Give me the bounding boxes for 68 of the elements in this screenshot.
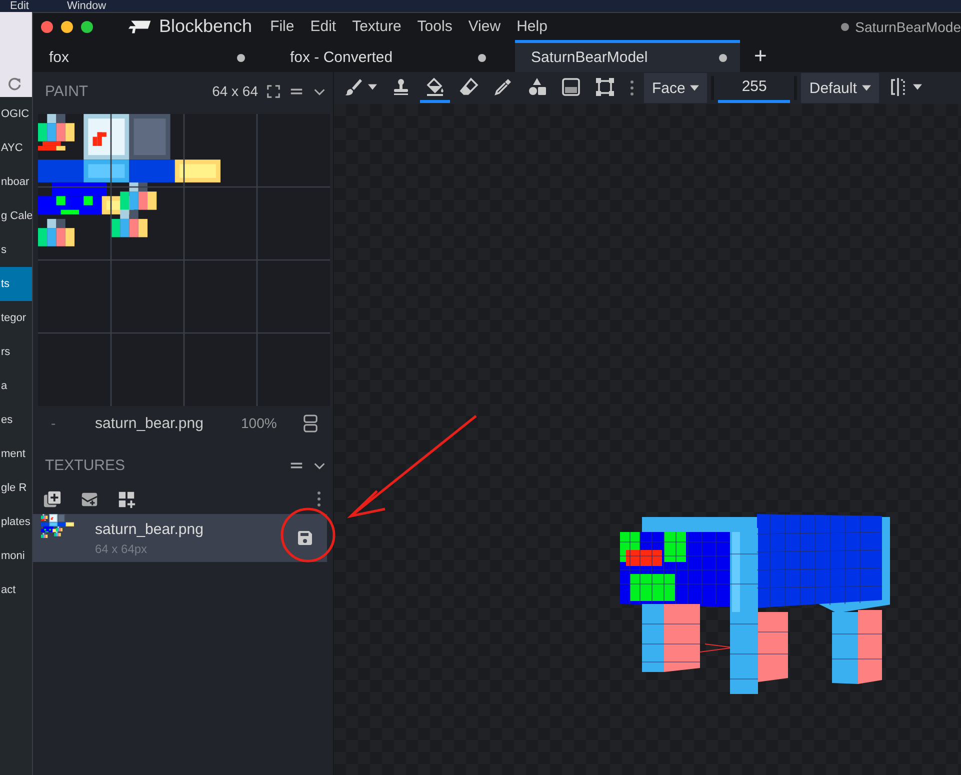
mode-dropdown[interactable]: Face [644, 73, 708, 103]
blend-mode-dropdown[interactable]: Default [801, 73, 879, 103]
caret-icon [912, 84, 922, 90]
caret-icon [368, 84, 377, 90]
project-tab[interactable]: SaturnBearModel [515, 40, 740, 72]
project-tab[interactable]: fox [33, 40, 258, 72]
split-view-icon[interactable] [303, 414, 318, 432]
texture-size: 64 x 64 [212, 83, 258, 99]
sidebar-item[interactable]: a [0, 369, 32, 403]
sidebar-item[interactable]: moni [0, 539, 32, 573]
menu-item[interactable]: File [270, 18, 294, 35]
menu-item[interactable]: Texture [352, 18, 402, 35]
minimize-icon[interactable] [61, 20, 73, 32]
add-texture-icon[interactable] [43, 490, 62, 508]
more-icon[interactable] [630, 80, 634, 96]
app-title: Blockbench [159, 16, 252, 37]
more-icon[interactable] [317, 491, 321, 507]
caret-icon [690, 85, 700, 91]
eraser-icon [459, 76, 479, 96]
close-icon[interactable] [41, 20, 53, 32]
menu-item[interactable]: Edit [310, 18, 336, 35]
texture-thumbnail [41, 514, 74, 538]
zoom-label: - [51, 415, 57, 431]
menu-item[interactable]: Help [516, 18, 548, 35]
sidebar-item[interactable]: s [0, 233, 32, 267]
sidebar-item[interactable]: plates [0, 505, 32, 539]
panel-title: PAINT [45, 82, 88, 100]
sidebar-item[interactable]: ment [0, 437, 32, 471]
paint-bucket-icon [425, 76, 445, 96]
fullscreen-icon[interactable] [266, 84, 281, 98]
texture-name: saturn_bear.png [95, 520, 204, 538]
project-title: SaturnBearMode [855, 18, 961, 34]
reload-icon[interactable] [8, 77, 22, 91]
texture-drawing[interactable] [38, 114, 330, 406]
menu-item[interactable]: Edit [10, 1, 29, 12]
shapes-icon [527, 76, 547, 96]
sidebar-item[interactable]: nboar [0, 165, 32, 199]
sidebar-item[interactable]: gle R [0, 471, 32, 505]
grid-plus-icon[interactable] [117, 490, 136, 508]
panel-title: TEXTURES [45, 456, 126, 474]
sidebar-item[interactable]: ts [0, 267, 32, 301]
viewport[interactable] [334, 104, 961, 775]
sidebar-item[interactable]: AYC [0, 131, 32, 165]
gradient-icon [561, 76, 581, 96]
transform-icon [595, 76, 615, 96]
sidebar-item[interactable]: act [0, 573, 32, 607]
new-tab-button[interactable]: + [748, 40, 773, 72]
project-tab[interactable]: fox - Converted [274, 40, 499, 72]
texture-dimensions: 64 x 64px [95, 542, 148, 556]
sidebar-item[interactable]: tegor [0, 301, 32, 335]
eyedropper-icon [493, 76, 513, 96]
brush-icon [343, 76, 363, 96]
stamp-icon [391, 76, 411, 96]
menu-item[interactable]: View [468, 18, 501, 35]
sidebar-item[interactable]: g Cale [0, 199, 32, 233]
logo-icon [127, 18, 153, 34]
save-icon[interactable] [297, 530, 313, 546]
maximize-icon[interactable] [81, 20, 93, 32]
sidebar-item[interactable]: OGIC [0, 97, 32, 131]
texture-file-name: saturn_bear.png [95, 414, 204, 432]
sidebar-item[interactable]: rs [0, 335, 32, 369]
zoom-percent: 100% [241, 415, 278, 431]
menu-item[interactable]: Tools [417, 18, 452, 35]
texture-list-item[interactable]: saturn_bear.png 64 x 64px [33, 514, 327, 562]
menu-item[interactable]: Window [66, 1, 106, 12]
sidebar-item[interactable]: es [0, 403, 32, 437]
annotation-circle [280, 508, 336, 562]
caret-icon [862, 85, 871, 91]
